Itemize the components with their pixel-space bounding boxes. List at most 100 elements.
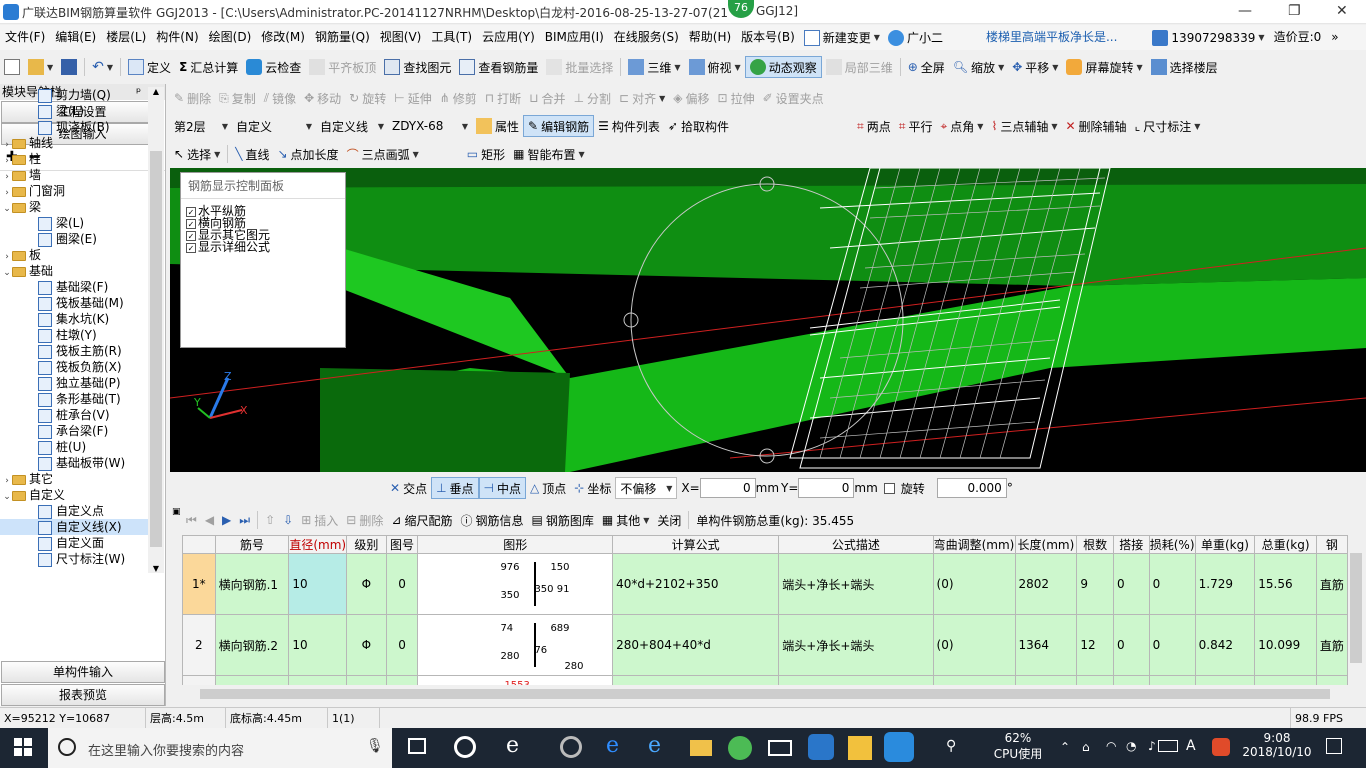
smart-layout-button[interactable]: ▦ 智能布置 ▼ [509,143,589,165]
clock[interactable]: 9:08 2018/10/10 [1242,731,1312,759]
cloud-check-button[interactable]: 云检查 [242,56,305,78]
cell-count[interactable] [1076,675,1114,685]
ime-indicator[interactable]: A [1186,738,1196,754]
cell-desc[interactable]: 净长 [778,675,934,685]
menu-draw[interactable]: 绘图(D) [204,25,257,50]
cell-unit[interactable] [1194,675,1256,685]
network-icon[interactable]: ◠ [1106,739,1116,753]
header-cell[interactable]: 直径(mm) [288,535,348,554]
cell-loss[interactable]: 0 [1148,553,1196,615]
rebar-shape-cell[interactable]: 1553 [417,675,614,685]
open-file-button[interactable]: ▼ [24,56,57,78]
cell-total[interactable] [1254,675,1317,685]
cell-grade[interactable] [346,675,387,685]
point-angle-button[interactable]: ⌖ 点角 ▼ [937,115,988,137]
rotate-checkbox[interactable] [883,482,895,494]
cell-dia[interactable] [288,675,348,685]
next-row-button[interactable]: ▶ [218,509,235,531]
mail-icon[interactable] [768,740,792,756]
header-cell[interactable]: 公式描述 [778,535,934,554]
tree-item[interactable]: 桩承台(V) [0,407,148,423]
ie-icon[interactable]: e [506,733,519,758]
cell-lap[interactable]: 0 [1112,553,1150,615]
menu-rebar[interactable]: 钢筋量(Q) [310,25,375,50]
two-points-button[interactable]: ⌗ 两点 [853,115,895,137]
trim-button[interactable]: ⋔ 修剪 [436,87,481,109]
menu-tools[interactable]: 工具(T) [426,25,477,50]
cell-name[interactable]: 水平纵筋.1 [214,675,290,685]
offset-select[interactable]: 不偏移 ▼ [615,477,678,499]
tree-scroll-thumb[interactable] [150,151,162,547]
header-cell[interactable]: 级别 [346,535,387,554]
cell-count[interactable]: 12 [1076,614,1114,676]
delete-button[interactable]: ✎ 删除 [170,87,215,109]
menu-version[interactable]: 版本号(B) [736,25,800,50]
screen-rotate-button[interactable]: 屏幕旋转 ▼ [1062,56,1146,78]
tree-item[interactable]: 自定义线(X) [0,519,148,535]
row-index[interactable]: 1* [182,553,216,615]
cell-formula[interactable]: 40*d+2102+350 [612,553,780,615]
cell-formula[interactable]: 280+804+40*d [612,614,780,676]
tree-item[interactable]: 基础梁(F) [0,279,148,295]
grid-delete-button[interactable]: ⊟ 删除 [342,509,387,531]
taskbar-search[interactable]: 在这里输入你要搜索的内容 🎙︎ [48,728,392,768]
grid-hscroll[interactable] [182,686,1348,702]
close-grid-button[interactable]: 关闭 [653,509,685,531]
header-cell[interactable]: 长度(mm) [1014,535,1078,554]
cell-dia[interactable]: 10 [288,553,348,615]
copy-button[interactable]: ⎘ 复制 [215,87,260,109]
menu-element[interactable]: 构件(N) [151,25,203,50]
minimize-button[interactable]: — [1238,3,1252,19]
app-fan-icon[interactable] [454,736,476,758]
price-beans[interactable]: 造价豆:0 [1269,25,1327,50]
cell-grade[interactable]: Φ [346,614,387,676]
define-button[interactable]: 定义 [124,56,175,78]
cell-loss[interactable]: 0 [1148,614,1196,676]
tree-item[interactable]: 现浇板(B) [0,119,148,135]
rect-tool-button[interactable]: ▭ 矩形 [463,143,509,165]
people-icon[interactable]: ⌂ [1082,740,1090,754]
tree-item[interactable]: 柱墩(Y) [0,327,148,343]
prev-row-button[interactable]: ◀ [201,509,218,531]
rebar-library-button[interactable]: ▤ 钢筋图库 [527,509,597,531]
app-browser-icon[interactable] [560,736,582,758]
file-explorer-icon[interactable] [690,740,712,756]
y-input[interactable]: 0 [798,478,855,498]
line-tool-button[interactable]: ╲ 直线 [231,143,273,165]
cell-fig[interactable] [385,675,419,685]
cell-type[interactable]: 直筋 [1315,553,1348,615]
cell-dia[interactable]: 10 [288,614,348,676]
notes-icon[interactable] [848,736,872,760]
menu-view[interactable]: 视图(V) [375,25,427,50]
cell-loss[interactable] [1148,675,1196,685]
tree-item[interactable]: 基础板带(W) [0,455,148,471]
select-floor-button[interactable]: 选择楼层 [1147,56,1222,78]
header-cell[interactable]: 损耗(%) [1148,535,1196,554]
tray-chevron-icon[interactable]: ⌃ [1060,740,1070,754]
three-d-button[interactable]: 三维 ▼ [624,56,684,78]
edge-icon[interactable]: e [606,733,619,758]
scale-rebar-button[interactable]: ⊿ 缩尺配筋 [387,509,456,531]
glodon-active-icon[interactable] [884,732,914,762]
ie-blue-icon[interactable]: e [648,733,661,758]
user-account[interactable]: 13907298339 ▼ [1148,27,1268,49]
grid-scroll-thumb[interactable] [1350,553,1362,663]
attribute-button[interactable]: 属性 [472,115,523,137]
header-cell[interactable]: 弯曲调整(mm) [932,535,1016,554]
header-cell[interactable]: 总重(kg) [1254,535,1317,554]
parallel-button[interactable]: ⌗ 平行 [895,115,937,137]
cell-len[interactable]: 1770 [1014,675,1078,685]
mirror-button[interactable]: ⫽ 镜像 [260,87,300,109]
top-view-button[interactable]: 俯视 ▼ [685,56,745,78]
menu-floor[interactable]: 楼层(L) [101,25,151,50]
other-button[interactable]: ▦ 其他 ▼ [598,509,654,531]
rebar-info-button[interactable]: ⓘ 钢筋信息 [456,509,527,531]
x-input[interactable]: 0 [699,478,756,498]
cell-bend[interactable]: (0) [932,553,1016,615]
new-change-button[interactable]: 新建变更 ▼ [800,27,884,49]
snap-coord[interactable]: ⊹ 坐标 [570,477,615,499]
notifications-icon[interactable] [1326,738,1342,754]
tree-scrollbar[interactable]: ▲ ▼ [148,87,164,573]
floor-select[interactable]: 第2层 ▼ [170,115,232,137]
find-element-button[interactable]: 查找图元 [380,56,455,78]
